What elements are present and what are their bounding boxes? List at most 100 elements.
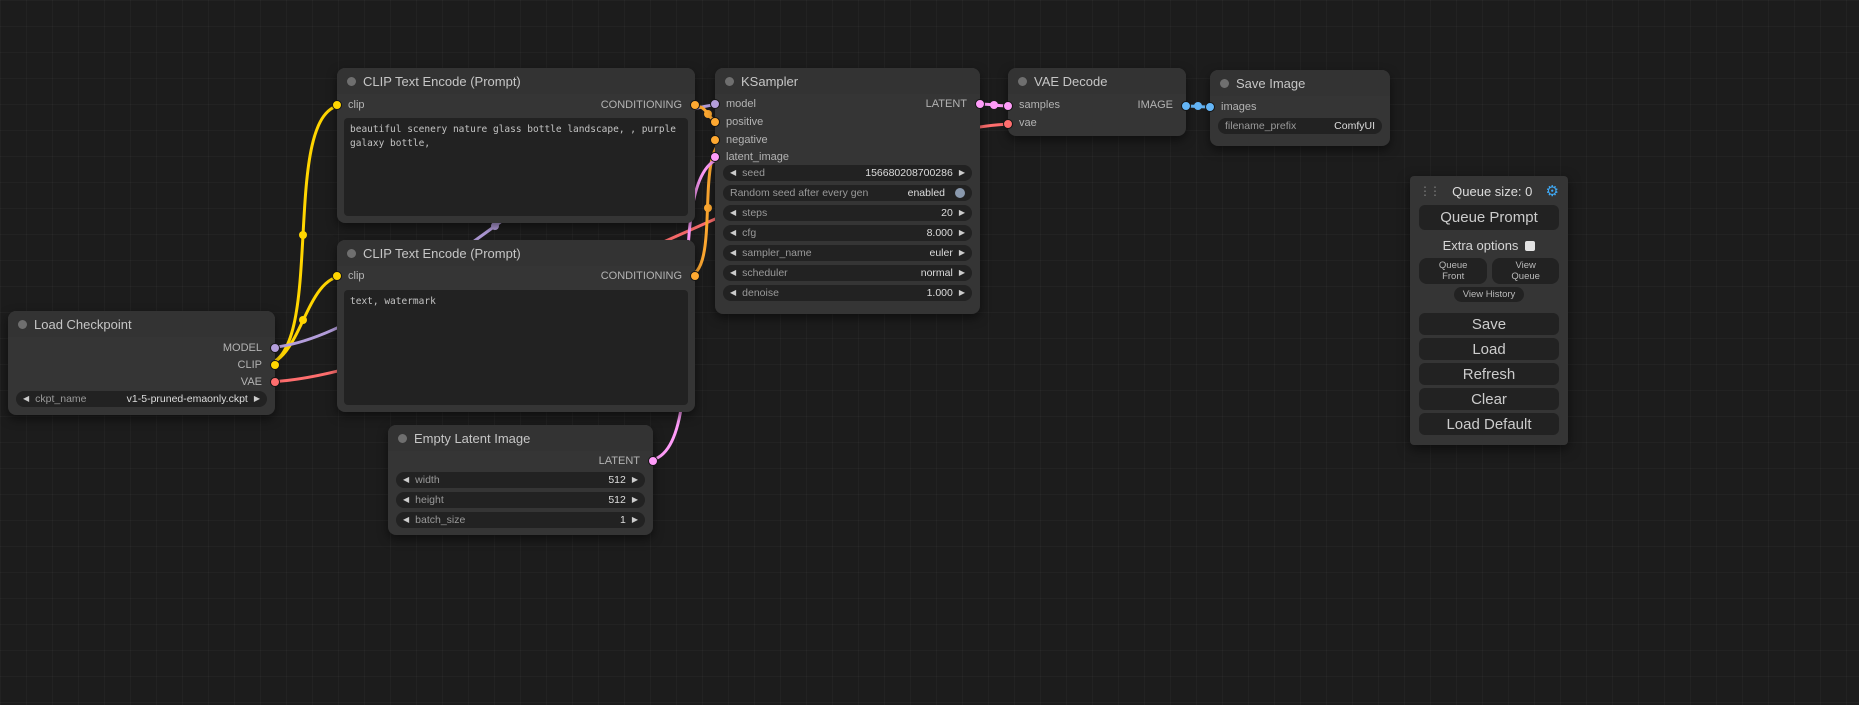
sampler-name-widget[interactable]: ◀ sampler_name euler ▶ xyxy=(723,245,972,261)
output-label-vae: VAE xyxy=(241,374,262,391)
drag-handle-icon[interactable]: ⋮⋮ xyxy=(1419,184,1439,198)
increment-arrow-icon[interactable]: ▶ xyxy=(959,269,965,277)
widget-label: width xyxy=(415,474,440,486)
collapse-dot-icon[interactable] xyxy=(725,77,734,86)
node-title-bar[interactable]: VAE Decode xyxy=(1008,68,1186,94)
increment-arrow-icon[interactable]: ▶ xyxy=(632,476,638,484)
negative-prompt-textarea[interactable]: text, watermark xyxy=(344,290,688,405)
link-midpoint-dot xyxy=(491,222,499,230)
decrement-arrow-icon[interactable]: ◀ xyxy=(730,209,736,217)
model-output-port[interactable] xyxy=(270,343,280,353)
node-title-bar[interactable]: CLIP Text Encode (Prompt) xyxy=(337,240,695,266)
width-widget[interactable]: ◀ width 512 ▶ xyxy=(396,472,645,488)
increment-arrow-icon[interactable]: ▶ xyxy=(959,229,965,237)
output-label-latent: LATENT xyxy=(599,453,640,470)
collapse-dot-icon[interactable] xyxy=(1220,79,1229,88)
positive-input-port[interactable] xyxy=(710,117,720,127)
widget-value: 20 xyxy=(941,207,953,219)
image-output-port[interactable] xyxy=(1181,101,1191,111)
increment-arrow-icon[interactable]: ▶ xyxy=(632,496,638,504)
widget-label: Random seed after every gen xyxy=(730,187,868,199)
view-history-button[interactable]: View History xyxy=(1454,287,1525,302)
node-load-checkpoint[interactable]: Load Checkpoint MODEL CLIP VAE ◀ ckpt_na… xyxy=(8,311,275,415)
increment-arrow-icon[interactable]: ▶ xyxy=(959,289,965,297)
node-title-bar[interactable]: CLIP Text Encode (Prompt) xyxy=(337,68,695,94)
decrement-arrow-icon[interactable]: ◀ xyxy=(403,516,409,524)
node-title-bar[interactable]: Save Image xyxy=(1210,70,1390,96)
positive-prompt-textarea[interactable]: beautiful scenery nature glass bottle la… xyxy=(344,118,688,216)
save-button[interactable]: Save xyxy=(1419,313,1559,335)
conditioning-output-port[interactable] xyxy=(690,271,700,281)
toggle-dot-icon[interactable] xyxy=(955,188,965,198)
node-graph-canvas[interactable]: Load Checkpoint MODEL CLIP VAE ◀ ckpt_na… xyxy=(0,0,1859,705)
seed-widget[interactable]: ◀ seed 156680208700286 ▶ xyxy=(723,165,972,181)
collapse-dot-icon[interactable] xyxy=(398,434,407,443)
images-input-port[interactable] xyxy=(1205,102,1215,112)
decrement-arrow-icon[interactable]: ◀ xyxy=(730,269,736,277)
node-title-bar[interactable]: Empty Latent Image xyxy=(388,425,653,451)
node-vae-decode[interactable]: VAE Decode samples vae IMAGE xyxy=(1008,68,1186,136)
decrement-arrow-icon[interactable]: ◀ xyxy=(730,289,736,297)
decrement-arrow-icon[interactable]: ◀ xyxy=(403,476,409,484)
queue-front-button[interactable]: Queue Front xyxy=(1419,258,1487,284)
extra-options-checkbox[interactable] xyxy=(1525,241,1535,251)
increment-arrow-icon[interactable]: ▶ xyxy=(959,249,965,257)
node-title-bar[interactable]: KSampler xyxy=(715,68,980,94)
steps-widget[interactable]: ◀ steps 20 ▶ xyxy=(723,205,972,221)
widget-label: sampler_name xyxy=(742,247,811,259)
collapse-dot-icon[interactable] xyxy=(1018,77,1027,86)
height-widget[interactable]: ◀ height 512 ▶ xyxy=(396,492,645,508)
clip-input-port[interactable] xyxy=(332,271,342,281)
decrement-arrow-icon[interactable]: ◀ xyxy=(23,395,29,403)
latent-output-port[interactable] xyxy=(975,99,985,109)
clip-output-port[interactable] xyxy=(270,360,280,370)
input-label-positive: positive xyxy=(726,114,763,131)
increment-arrow-icon[interactable]: ▶ xyxy=(959,209,965,217)
load-default-button[interactable]: Load Default xyxy=(1419,413,1559,435)
refresh-button[interactable]: Refresh xyxy=(1419,363,1559,385)
latent-output-port[interactable] xyxy=(648,456,658,466)
decrement-arrow-icon[interactable]: ◀ xyxy=(730,249,736,257)
batch-size-widget[interactable]: ◀ batch_size 1 ▶ xyxy=(396,512,645,528)
negative-input-port[interactable] xyxy=(710,135,720,145)
decrement-arrow-icon[interactable]: ◀ xyxy=(730,169,736,177)
input-label-clip: clip xyxy=(348,268,365,285)
increment-arrow-icon[interactable]: ▶ xyxy=(959,169,965,177)
node-save-image[interactable]: Save Image images filename_prefix ComfyU… xyxy=(1210,70,1390,146)
collapse-dot-icon[interactable] xyxy=(347,249,356,258)
node-clip-text-encode-negative[interactable]: CLIP Text Encode (Prompt) clip CONDITION… xyxy=(337,240,695,412)
widget-value: 512 xyxy=(608,494,626,506)
model-input-port[interactable] xyxy=(710,99,720,109)
scheduler-widget[interactable]: ◀ scheduler normal ▶ xyxy=(723,265,972,281)
ckpt-name-widget[interactable]: ◀ ckpt_name v1-5-pruned-emaonly.ckpt ▶ xyxy=(16,391,267,407)
input-label-clip: clip xyxy=(348,97,365,114)
increment-arrow-icon[interactable]: ▶ xyxy=(254,395,260,403)
load-button[interactable]: Load xyxy=(1419,338,1559,360)
node-title-bar[interactable]: Load Checkpoint xyxy=(8,311,275,337)
random-seed-toggle-widget[interactable]: Random seed after every gen enabled xyxy=(723,185,972,201)
increment-arrow-icon[interactable]: ▶ xyxy=(632,516,638,524)
collapse-dot-icon[interactable] xyxy=(347,77,356,86)
denoise-widget[interactable]: ◀ denoise 1.000 ▶ xyxy=(723,285,972,301)
output-label-image: IMAGE xyxy=(1138,97,1173,114)
queue-menu-panel: ⋮⋮ Queue size: 0 ⚙ Queue Prompt Extra op… xyxy=(1410,176,1568,445)
decrement-arrow-icon[interactable]: ◀ xyxy=(403,496,409,504)
clip-input-port[interactable] xyxy=(332,100,342,110)
settings-gear-icon[interactable]: ⚙ xyxy=(1546,184,1559,199)
conditioning-output-port[interactable] xyxy=(690,100,700,110)
vae-output-port[interactable] xyxy=(270,377,280,387)
widget-label: cfg xyxy=(742,227,756,239)
collapse-dot-icon[interactable] xyxy=(18,320,27,329)
filename-prefix-widget[interactable]: filename_prefix ComfyUI xyxy=(1218,118,1382,134)
node-clip-text-encode-positive[interactable]: CLIP Text Encode (Prompt) clip CONDITION… xyxy=(337,68,695,223)
decrement-arrow-icon[interactable]: ◀ xyxy=(730,229,736,237)
view-queue-button[interactable]: View Queue xyxy=(1492,258,1559,284)
clear-button[interactable]: Clear xyxy=(1419,388,1559,410)
node-empty-latent-image[interactable]: Empty Latent Image LATENT ◀ width 512 ▶ … xyxy=(388,425,653,535)
node-ksampler[interactable]: KSampler model positive negative latent_… xyxy=(715,68,980,314)
latent-image-input-port[interactable] xyxy=(710,152,720,162)
vae-input-port[interactable] xyxy=(1003,119,1013,129)
cfg-widget[interactable]: ◀ cfg 8.000 ▶ xyxy=(723,225,972,241)
queue-prompt-button[interactable]: Queue Prompt xyxy=(1419,205,1559,230)
samples-input-port[interactable] xyxy=(1003,101,1013,111)
